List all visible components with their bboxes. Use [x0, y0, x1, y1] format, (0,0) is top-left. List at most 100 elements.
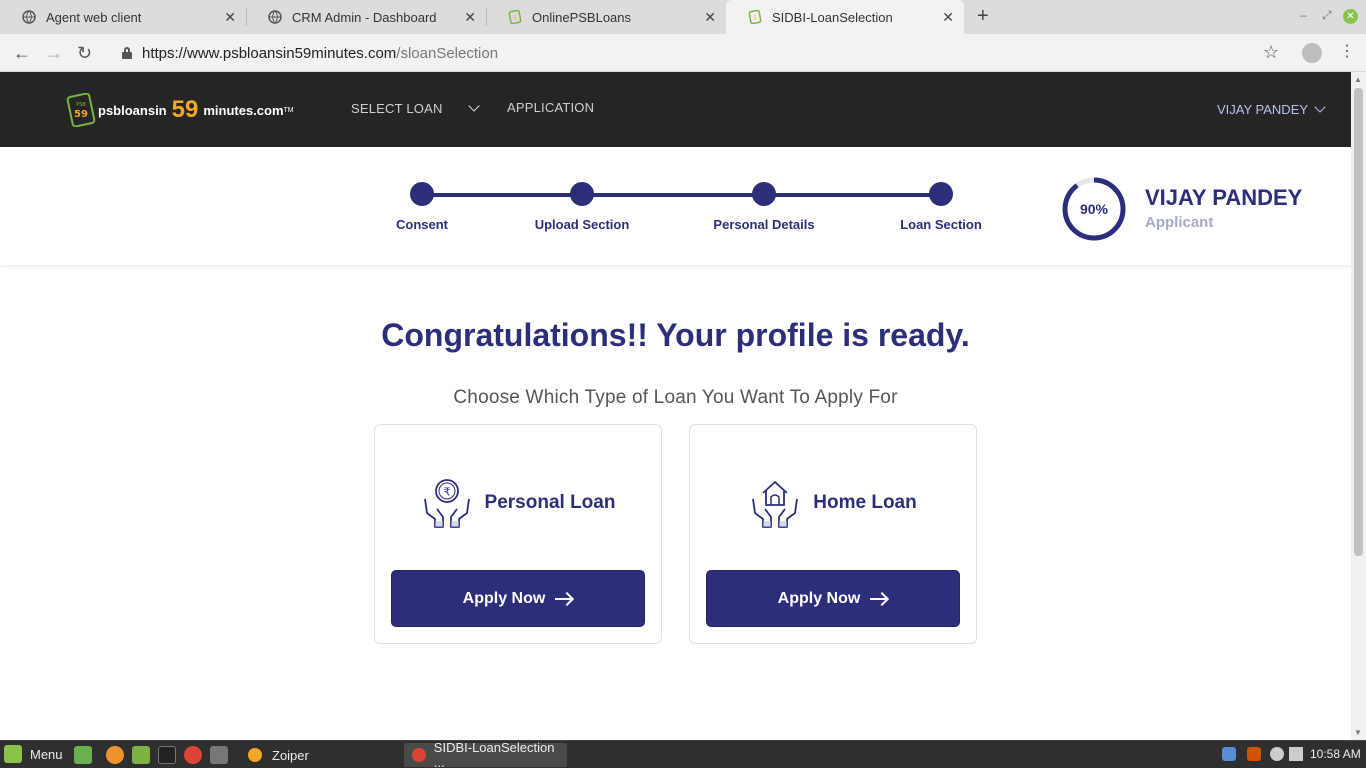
show-desktop-icon[interactable]	[74, 746, 92, 764]
minimize-icon[interactable]: –	[1300, 8, 1307, 22]
page-scrollbar[interactable]: ▲ ▼	[1351, 72, 1366, 740]
progress-panel: Consent Upload Section Personal Details …	[0, 147, 1351, 265]
close-tab-icon[interactable]: ✕	[464, 9, 476, 25]
web-page: PSB 59 psbloansin 59 minutes.com TM SELE…	[0, 72, 1351, 740]
os-taskbar: Menu Zoiper SIDBI-LoanSelection ... 10:5…	[0, 740, 1366, 768]
arrow-right-icon	[870, 593, 888, 605]
svg-text:₹: ₹	[443, 486, 450, 499]
task-label: Zoiper	[272, 747, 309, 763]
tab-title: Agent web client	[46, 9, 142, 25]
network-icon[interactable]	[1289, 747, 1303, 761]
tab-onlinepsbloans[interactable]: 5 OnlinePSBLoans ✕	[486, 0, 726, 34]
page-title: Congratulations!! Your profile is ready.	[381, 317, 970, 353]
site-header: PSB 59 psbloansin 59 minutes.com TM SELE…	[0, 72, 1351, 147]
mint-logo-icon	[4, 745, 22, 763]
user-icon[interactable]	[1270, 747, 1284, 761]
forward-arrow-icon[interactable]: →	[45, 43, 63, 63]
tab-title: CRM Admin - Dashboard	[292, 9, 437, 25]
tab-crm-admin[interactable]: CRM Admin - Dashboard ✕	[246, 0, 486, 34]
step-label-consent: Consent	[396, 217, 448, 232]
taskbar-item-chrome[interactable]: SIDBI-LoanSelection ...	[404, 740, 567, 768]
card-title: Personal Loan	[484, 492, 616, 513]
files-folder-icon[interactable]	[132, 746, 150, 764]
bookmark-star-icon[interactable]: ☆	[1263, 42, 1279, 63]
psb-logo-mark: PSB 59	[66, 93, 96, 127]
step-dot-consent	[410, 182, 434, 206]
logo-trademark: TM	[283, 106, 294, 114]
scroll-down-icon[interactable]: ▼	[1354, 728, 1362, 737]
close-tab-icon[interactable]: ✕	[942, 9, 954, 25]
user-menu[interactable]: VIJAY PANDEY	[1217, 102, 1308, 117]
svg-text:5: 5	[753, 15, 757, 22]
apply-now-personal-loan-button[interactable]: Apply Now	[391, 570, 645, 627]
tab-agent-web-client[interactable]: Agent web client ✕	[0, 0, 246, 34]
terminal-icon[interactable]	[158, 746, 176, 764]
globe-icon	[22, 10, 36, 24]
new-tab-button[interactable]: +	[977, 6, 989, 26]
site-logo[interactable]: PSB 59 psbloansin 59 minutes.com TM	[66, 92, 294, 128]
card-header: ₹ Personal Loan	[375, 477, 661, 529]
arrow-right-icon	[555, 593, 573, 605]
step-label-loan: Loan Section	[900, 217, 982, 232]
profile-avatar-icon[interactable]	[1302, 43, 1322, 63]
psb-favicon-icon: 5	[748, 10, 762, 24]
url-host: https://www.psbloansin59minutes.com	[142, 44, 397, 62]
app-tray-icon[interactable]	[1247, 747, 1261, 761]
scrollbar-thumb[interactable]	[1354, 88, 1363, 556]
nav-select-loan[interactable]: SELECT LOAN	[351, 101, 443, 116]
applicant-name: VIJAY PANDEY	[1145, 185, 1303, 210]
app-launcher-icon[interactable]	[210, 746, 228, 764]
task-label: SIDBI-LoanSelection ...	[433, 740, 555, 768]
card-header: Home Loan	[690, 477, 976, 529]
svg-text:5: 5	[513, 15, 517, 22]
button-label: Apply Now	[777, 589, 861, 607]
psb-favicon-icon: 5	[508, 10, 522, 24]
page-subtitle: Choose Which Type of Loan You Want To Ap…	[453, 387, 898, 408]
applicant-role: Applicant	[1145, 214, 1214, 231]
shield-icon[interactable]	[1222, 747, 1236, 761]
apply-now-home-loan-button[interactable]: Apply Now	[706, 570, 960, 627]
tab-title: SIDBI-LoanSelection	[772, 9, 893, 25]
taskbar-item-zoiper[interactable]: Zoiper	[240, 743, 400, 767]
url-path: /sloanSelection	[396, 44, 499, 62]
step-dot-upload	[570, 182, 594, 206]
logo-badge-top: PSB	[76, 102, 86, 108]
completion-percent: 90%	[1079, 201, 1109, 217]
logo-text-1: psbloansin	[98, 102, 167, 118]
step-dot-loan	[929, 182, 953, 206]
close-tab-icon[interactable]: ✕	[224, 9, 236, 25]
chevron-down-icon[interactable]	[1314, 101, 1326, 113]
house-hands-icon	[752, 481, 799, 528]
rupee-coin-hands-icon: ₹	[423, 479, 470, 528]
tab-sidbi-loanselection[interactable]: 5 SIDBI-LoanSelection ✕	[726, 0, 964, 34]
browser-tab-bar: Agent web client ✕ CRM Admin - Dashboard…	[0, 0, 1366, 34]
firefox-icon[interactable]	[106, 746, 124, 764]
chrome-icon[interactable]	[184, 746, 202, 764]
browser-menu-icon[interactable]: ⋮	[1339, 42, 1355, 62]
step-dot-personal	[752, 182, 776, 206]
menu-label: Menu	[30, 746, 63, 762]
progress-track	[422, 193, 941, 197]
zoiper-icon	[248, 748, 262, 762]
browser-toolbar: ← → ↻ https://www.psbloansin59minutes.co…	[0, 34, 1366, 72]
clock: 10:58 AM	[1310, 747, 1361, 761]
start-menu-button[interactable]: Menu	[4, 745, 63, 763]
reload-icon[interactable]: ↻	[77, 43, 92, 63]
close-tab-icon[interactable]: ✕	[704, 9, 716, 25]
address-bar[interactable]: https://www.psbloansin59minutes.com/sloa…	[112, 38, 1292, 68]
step-label-upload: Upload Section	[534, 217, 630, 232]
logo-text-2: minutes.com	[203, 102, 284, 118]
chevron-down-icon[interactable]	[468, 100, 480, 112]
logo-number: 59	[171, 96, 199, 123]
globe-icon	[268, 10, 282, 24]
step-label-personal: Personal Details	[713, 217, 815, 232]
logo-badge-num: 59	[74, 109, 88, 120]
personal-loan-card: ₹ Personal Loan Apply Now	[374, 424, 662, 644]
scroll-up-icon[interactable]: ▲	[1354, 75, 1362, 84]
chrome-icon	[412, 748, 426, 762]
window-close-icon[interactable]: ✕	[1343, 9, 1358, 24]
maximize-icon[interactable]: ⤢	[1322, 8, 1332, 23]
card-title: Home Loan	[813, 492, 917, 513]
back-arrow-icon[interactable]: ←	[13, 43, 31, 63]
nav-application[interactable]: APPLICATION	[507, 100, 594, 115]
